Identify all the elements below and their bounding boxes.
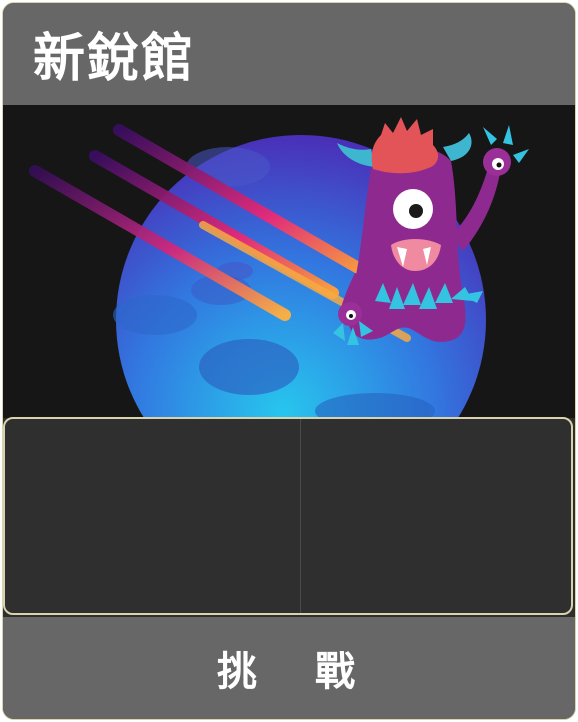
card-header: 新銳館 — [3, 3, 575, 105]
panel-divider — [300, 419, 301, 613]
card-footer: 挑 戰 — [3, 617, 575, 719]
monster-illustration — [3, 105, 575, 418]
monster-planet-art — [29, 117, 529, 418]
card-title: 新銳館 — [33, 29, 196, 89]
info-panel — [3, 417, 573, 615]
level-card: 新銳館 挑 戰 — [2, 2, 576, 720]
challenge-button[interactable]: 挑 戰 — [195, 638, 383, 698]
